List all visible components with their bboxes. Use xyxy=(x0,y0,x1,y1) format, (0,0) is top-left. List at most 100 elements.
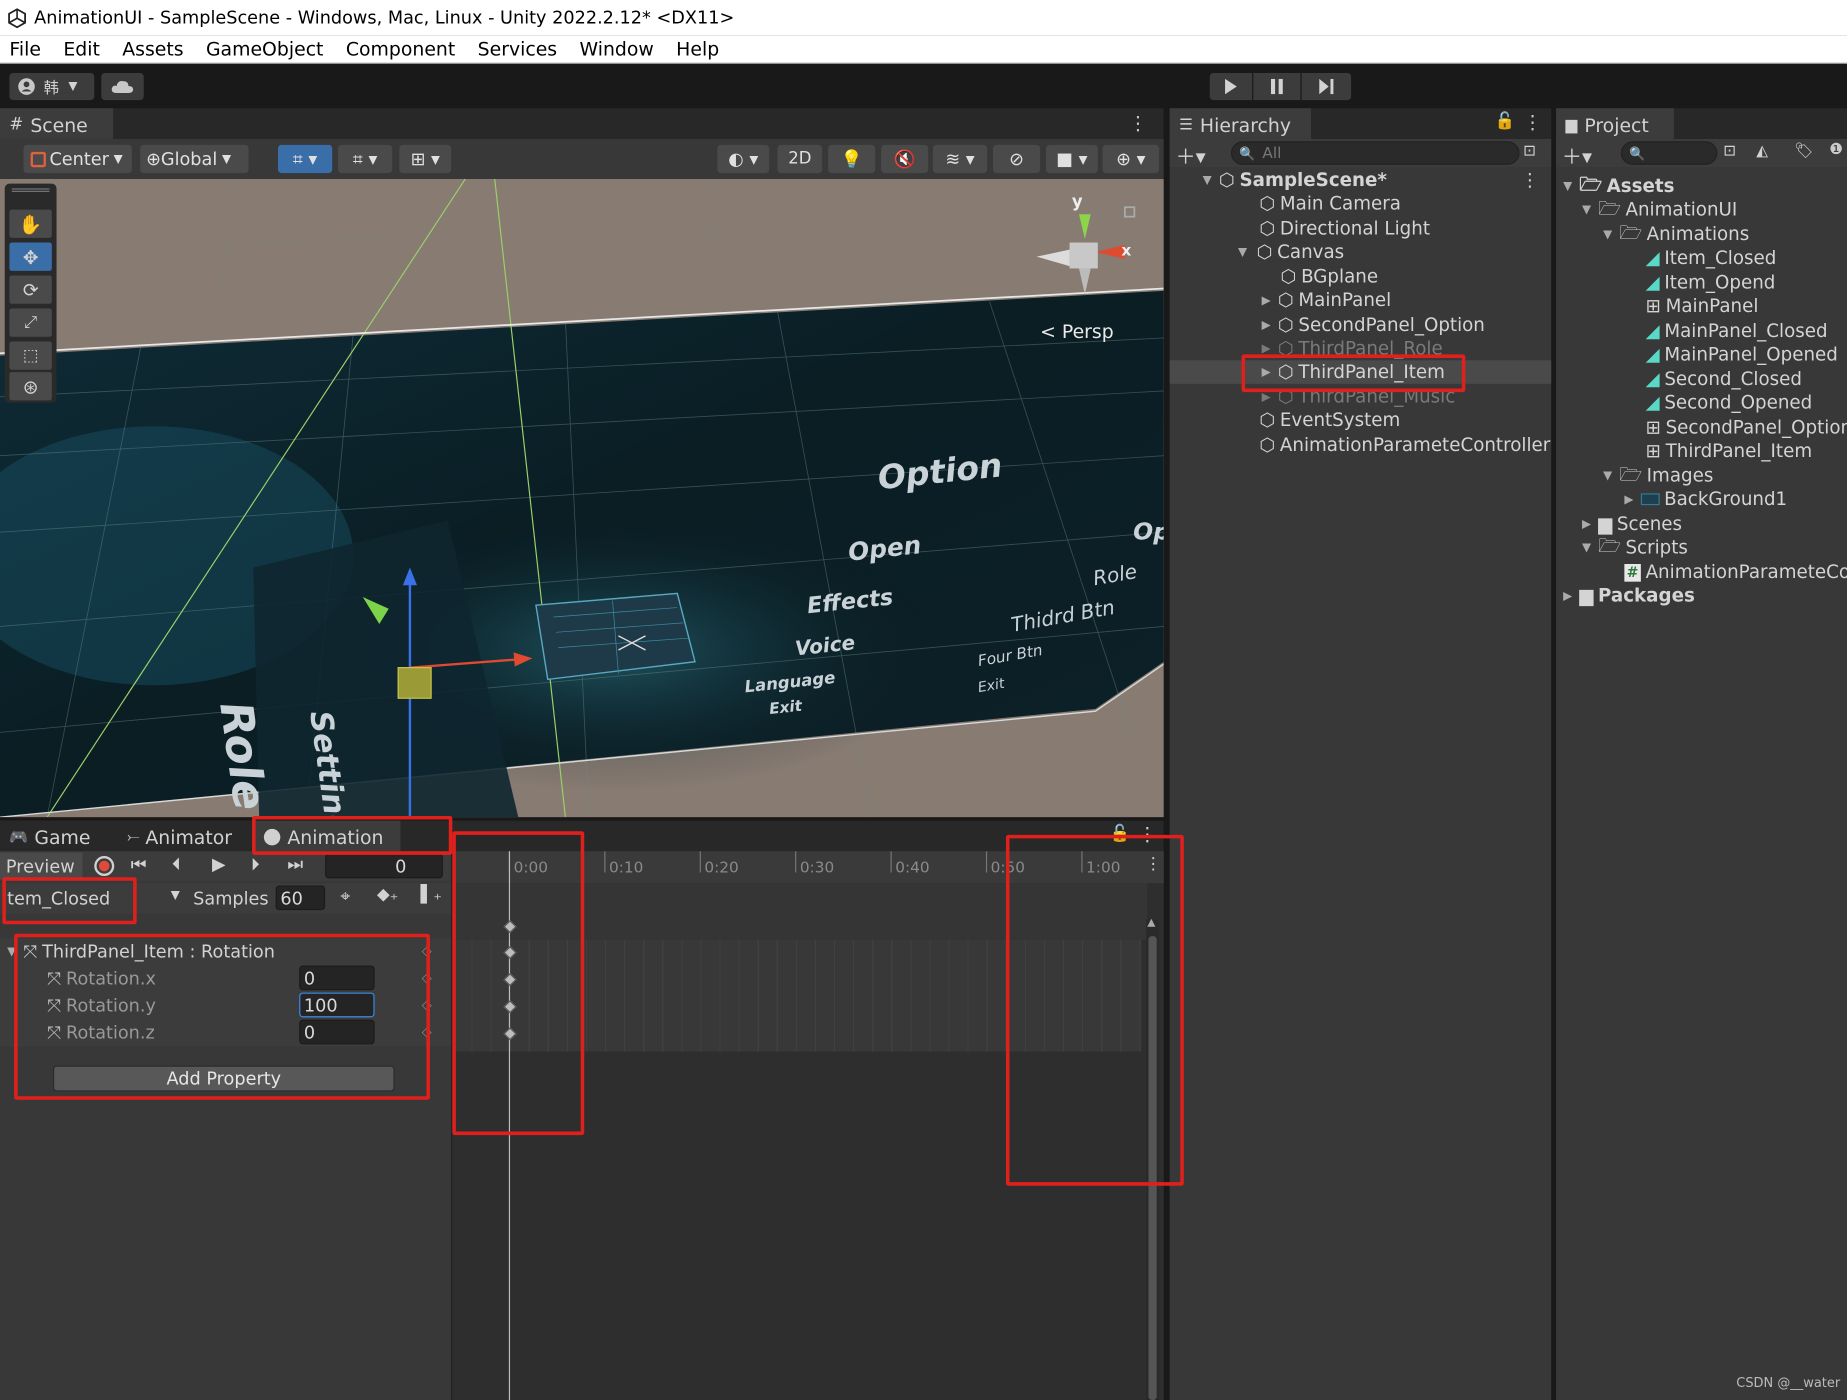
property-value-x[interactable]: 0 xyxy=(299,965,375,991)
panel-menu-icon[interactable]: ⋮ xyxy=(1138,823,1157,845)
project-item-secondpanel-option[interactable]: ⊞ SecondPanel_Option xyxy=(1646,416,1847,440)
gizmos-button[interactable]: ⊕ ▾ xyxy=(1102,144,1160,174)
hierarchy-item-animationparametecontroller[interactable]: ⬡ AnimationParameteController xyxy=(1259,433,1550,457)
camera-button[interactable]: ■ ▾ xyxy=(1046,144,1098,174)
hierarchy-item-directional-light[interactable]: ⬡ Directional Light xyxy=(1259,217,1430,241)
project-item-item-closed[interactable]: ◢ Item_Closed xyxy=(1646,246,1777,270)
menu-assets[interactable]: Assets xyxy=(122,38,183,60)
cloud-button[interactable] xyxy=(101,73,144,101)
hierarchy-item-main-camera[interactable]: ⬡ Main Camera xyxy=(1259,192,1401,216)
samples-field[interactable]: 60 xyxy=(275,885,326,911)
project-item-mainpanel-closed[interactable]: ◢ MainPanel_Closed xyxy=(1646,319,1828,343)
add-icon[interactable]: ＋▾ xyxy=(1176,140,1206,170)
preview-button[interactable]: Preview xyxy=(0,852,83,880)
scale-tool[interactable]: ⤢ xyxy=(9,308,52,337)
drag-handle[interactable] xyxy=(11,188,50,192)
frame-field[interactable]: 0 xyxy=(325,853,443,879)
menu-services[interactable]: Services xyxy=(478,38,557,60)
hierarchy-search-input[interactable]: 🔍 All xyxy=(1230,141,1520,165)
hierarchy-item-scene[interactable]: ▼ ⬡ SampleScene* ⋮ xyxy=(1203,168,1552,192)
last-keyframe-icon[interactable]: ⏭ xyxy=(287,854,303,875)
play-button[interactable] xyxy=(1209,73,1253,101)
hierarchy-item-thirdpanel-role[interactable]: ▶ ⬡ ThirdPanel_Role xyxy=(1262,337,1443,361)
property-row-z[interactable]: ⤧ Rotation.z 0 xyxy=(0,1019,451,1046)
audio-toggle[interactable]: 🔇 xyxy=(881,144,929,174)
play-animation-icon[interactable]: ▶ xyxy=(212,854,226,875)
add-keyframe-icon[interactable]: ◆₊ xyxy=(377,885,398,904)
panel-menu-icon[interactable]: ⋮ xyxy=(1523,111,1542,133)
lighting-toggle[interactable]: 💡 xyxy=(828,144,876,174)
tab-hierarchy[interactable]: ☰ Hierarchy xyxy=(1169,108,1312,139)
record-button[interactable] xyxy=(94,856,115,877)
pause-button[interactable] xyxy=(1253,73,1301,101)
project-item-scenes[interactable]: ▶ ▆ Scenes xyxy=(1582,512,1682,536)
property-value-y[interactable]: 100 xyxy=(299,992,375,1018)
project-item-packages[interactable]: ▶ ▆ Packages xyxy=(1563,584,1695,608)
hidden-packages-icon[interactable]: ❶ xyxy=(1829,141,1843,159)
hierarchy-item-thirdpanel-item[interactable]: ▶ ⬡ ThirdPanel_Item xyxy=(1262,360,1445,384)
tab-animation[interactable]: Animation xyxy=(254,820,401,852)
project-item-animations[interactable]: ▼ 🗁 Animations xyxy=(1603,222,1749,247)
project-item-item-opend[interactable]: ◢ Item_Opend xyxy=(1646,271,1776,295)
tab-game[interactable]: 🎮 Game xyxy=(0,820,118,852)
panel-menu-icon[interactable]: ⋮ xyxy=(1128,112,1147,134)
increment-snap-button[interactable]: ⌗ ▾ xyxy=(338,144,393,174)
menu-window[interactable]: Window xyxy=(579,38,653,60)
property-row-x[interactable]: ⤧ Rotation.x 0 xyxy=(0,965,451,992)
account-button[interactable]: 韩 ▼ xyxy=(9,73,95,101)
hand-tool[interactable]: ✋ xyxy=(9,209,52,238)
scene-viewport[interactable]: Option Open Effects Voice Language Exit … xyxy=(0,178,1164,818)
property-group-row[interactable]: ▼ ⤧ ThirdPanel_Item : Rotation xyxy=(0,938,451,964)
search-options-icon[interactable]: ⊡ xyxy=(1523,142,1536,160)
transform-tool[interactable]: ⊛ xyxy=(9,372,52,401)
hierarchy-item-eventsystem[interactable]: ⬡ EventSystem xyxy=(1259,409,1400,433)
ruler-button[interactable]: ⊞ ▾ xyxy=(399,144,452,174)
tab-project[interactable]: ▆ Project xyxy=(1556,108,1674,139)
menu-file[interactable]: File xyxy=(9,38,41,60)
space-dropdown[interactable]: ⊕ Global ▼ xyxy=(140,144,249,174)
hierarchy-item-thirdpanel-music[interactable]: ▶ ⬡ ThirdPanel_Music xyxy=(1262,385,1456,409)
filter-label-icon[interactable]: 🏷 xyxy=(1794,142,1813,160)
first-keyframe-icon[interactable]: ⏮ xyxy=(131,854,147,875)
project-item-scripts[interactable]: ▼ 🗁 Scripts xyxy=(1582,535,1688,560)
effects-button[interactable]: ≋ ▾ xyxy=(932,144,988,174)
project-item-second-opened[interactable]: ◢ Second_Opened xyxy=(1646,391,1813,415)
hierarchy-item-secondpanel-option[interactable]: ▶ ⬡ SecondPanel_Option xyxy=(1262,313,1485,337)
scroll-up-icon[interactable]: ▲ xyxy=(1147,917,1155,929)
property-value-z[interactable]: 0 xyxy=(299,1019,375,1045)
menu-gameobject[interactable]: GameObject xyxy=(206,38,323,60)
clip-dropdown[interactable]: tem_Closed ▼ xyxy=(2,884,189,913)
projection-label[interactable]: < Persp xyxy=(1040,320,1114,342)
project-item-background1[interactable]: ▶ BackGround1 xyxy=(1624,487,1787,511)
project-item-animationparametecon[interactable]: # AnimationParameteCon xyxy=(1624,560,1847,584)
rotate-tool[interactable]: ⟳ xyxy=(9,275,52,304)
project-item-mainpanel[interactable]: ⊞ MainPanel xyxy=(1646,294,1759,318)
visibility-toggle[interactable]: ⊘ xyxy=(992,144,1041,174)
filter-type-icon[interactable]: ◭ xyxy=(1756,142,1768,160)
timeline[interactable]: 0:00 0:10 0:20 0:30 0:40 0:50 1:00 ⋮ ▲ xyxy=(451,851,1165,1400)
search-options-icon[interactable]: ⊡ xyxy=(1723,142,1736,160)
project-item-mainpanel-opened[interactable]: ◢ MainPanel_Opened xyxy=(1646,343,1838,367)
scrollbar-thumb[interactable] xyxy=(1148,936,1157,1400)
timeline-menu-icon[interactable]: ⋮ xyxy=(1145,855,1161,874)
2d-toggle[interactable]: 2D xyxy=(777,144,823,174)
step-button[interactable] xyxy=(1301,73,1352,101)
timeline-ruler[interactable]: 0:00 0:10 0:20 0:30 0:40 0:50 1:00 ⋮ xyxy=(452,851,1165,884)
project-item-images[interactable]: ▼ 🗁 Images xyxy=(1603,463,1713,488)
keyframe-area[interactable] xyxy=(452,939,1142,1052)
tab-scene[interactable]: # Scene xyxy=(0,108,114,139)
target-icon[interactable]: ⌖ xyxy=(340,885,350,906)
project-item-second-closed[interactable]: ◢ Second_Closed xyxy=(1646,367,1802,391)
tab-animator[interactable]: ⤚ Animator xyxy=(117,820,253,852)
lock-icon[interactable]: 🔓 xyxy=(1110,824,1131,843)
add-event-icon[interactable]: ▌₊ xyxy=(421,885,442,904)
rect-tool[interactable]: ⬚ xyxy=(9,341,52,370)
property-row-y[interactable]: ⤧ Rotation.y 100 xyxy=(0,992,451,1019)
menu-edit[interactable]: Edit xyxy=(63,38,99,60)
add-property-button[interactable]: Add Property xyxy=(53,1065,395,1092)
pivot-dropdown[interactable]: Center ▼ xyxy=(23,144,132,174)
grid-snap-button[interactable]: ⌗ ▾ xyxy=(277,144,333,174)
project-search-input[interactable]: 🔍 xyxy=(1620,141,1718,165)
hierarchy-item-mainpanel[interactable]: ▶ ⬡ MainPanel xyxy=(1262,288,1392,312)
item-menu-icon[interactable]: ⋮ xyxy=(1521,170,1539,191)
